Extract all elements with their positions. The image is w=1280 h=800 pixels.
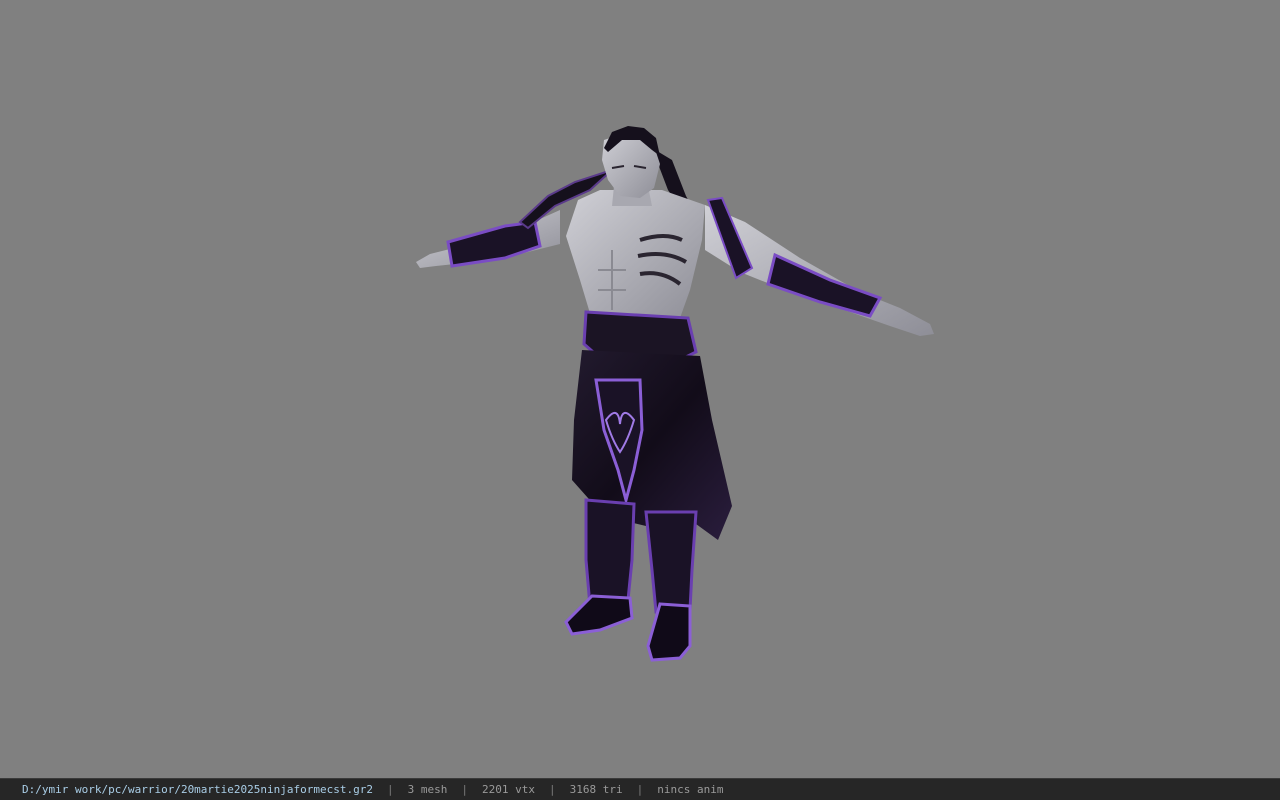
right-boot [646, 602, 692, 662]
mesh-count: 3 mesh [407, 783, 448, 796]
status-bar: D:/ymir work/pc/warrior/20martie2025ninj… [0, 778, 1280, 800]
right-arm-wrap [766, 252, 883, 318]
separator: | [387, 783, 394, 796]
left-boot [564, 594, 634, 636]
model-viewer-window: D:/ymir work/pc/warrior/20martie2025ninj… [0, 0, 1280, 800]
torso [566, 190, 705, 320]
left-leg [584, 498, 636, 608]
character-model [416, 126, 934, 662]
left-arm-wrap [446, 220, 542, 268]
right-leg [644, 510, 698, 614]
anim-status: nincs anim [657, 783, 724, 796]
file-path: D:/ymir work/pc/warrior/20martie2025ninj… [22, 783, 373, 796]
vertex-count: 2201 vtx [482, 783, 535, 796]
separator: | [636, 783, 644, 796]
separator: | [461, 783, 468, 796]
triangle-count: 3168 tri [569, 783, 623, 796]
separator: | [548, 783, 556, 796]
3d-viewport[interactable] [0, 0, 1280, 778]
